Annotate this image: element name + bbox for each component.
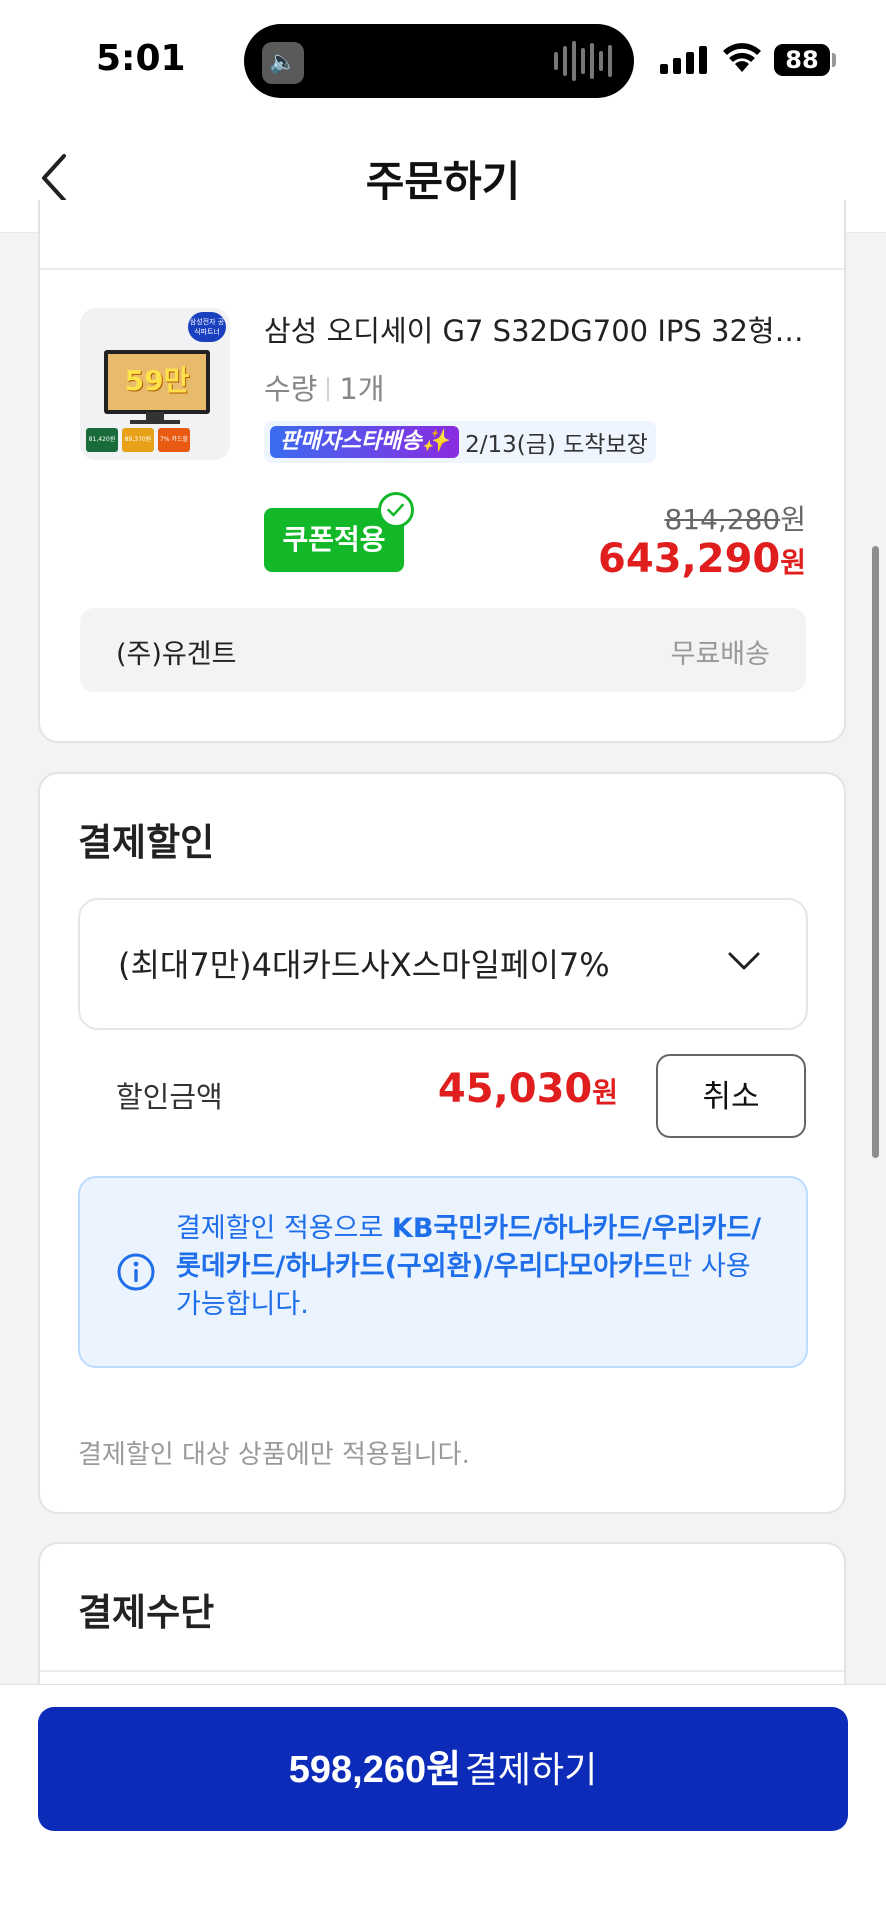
seller-row: (주)유겐트 무료배송: [80, 608, 806, 692]
official-partner-badge: 삼성전자 공식파트너: [188, 312, 226, 342]
quantity-value: 1개: [339, 372, 385, 406]
discount-amount-label: 할인금액: [116, 1080, 223, 1114]
checkout-bar: 598,260원 결제하기: [0, 1684, 886, 1921]
order-product-card: 삼성전자 공식파트너 59만 81,420원 즉시할인 89,370원 쿠폰할인…: [38, 200, 846, 743]
chevron-down-icon: [728, 952, 760, 970]
status-time: 5:01: [96, 38, 186, 79]
quantity-label: 수량: [264, 372, 318, 406]
payment-discount-card: 결제할인 (최대7만)4대카드사X스마일페이7% 할인금액 45,030원 취소…: [38, 772, 846, 1514]
product-thumbnail[interactable]: 삼성전자 공식파트너 59만 81,420원 즉시할인 89,370원 쿠폰할인…: [80, 308, 230, 460]
cellular-signal-icon: [660, 44, 707, 74]
info-prefix: 결제할인 적용으로: [176, 1213, 392, 1244]
battery-tip: [832, 53, 836, 67]
shipping-fee: 무료배송: [670, 639, 770, 670]
checkout-amount: 598,260원: [288, 1749, 462, 1791]
monitor-image: 59만: [104, 350, 210, 414]
final-price-value: 643,290: [598, 536, 781, 582]
speaker-icon: 🔈: [262, 42, 304, 84]
scrollbar[interactable]: [872, 546, 879, 1158]
divider: [40, 1670, 844, 1672]
checkout-label: 결제하기: [464, 1749, 598, 1790]
wifi-icon: [723, 43, 761, 72]
original-price-value: 814,280: [664, 503, 781, 536]
checkout-button[interactable]: 598,260원 결제하기: [38, 1707, 848, 1831]
divider: [327, 377, 330, 401]
monitor-base: [130, 420, 180, 424]
delivery-guarantee: 판매자스타배송✨ 2/13(금) 도착보장: [264, 421, 656, 463]
cancel-discount-button[interactable]: 취소: [656, 1054, 806, 1138]
promo-chip: 89,370원 쿠폰할인: [122, 428, 154, 452]
discount-note: 결제할인 대상 상품에만 적용됩니다.: [78, 1440, 470, 1470]
battery-icon: 88: [774, 44, 830, 76]
product-name[interactable]: 삼성 오디세이 G7 S32DG700 IPS 32형…: [264, 308, 814, 350]
promo-chip: 81,420원 즉시할인: [86, 428, 118, 452]
promo-chip: 7% 카드할인: [158, 428, 190, 452]
check-icon: [378, 492, 414, 528]
seller-name: (주)유겐트: [116, 639, 237, 670]
quantity: 수량 1개: [264, 366, 385, 408]
dynamic-island: 🔈: [244, 24, 634, 98]
discount-amount-value: 45,030: [437, 1066, 593, 1112]
delivery-date: 2/13(금) 도착보장: [465, 432, 648, 458]
section-title: 결제할인: [78, 821, 215, 864]
section-title: 결제수단: [78, 1591, 215, 1634]
currency-unit: 원: [592, 1076, 618, 1109]
status-bar: 5:01 🔈 88: [0, 0, 886, 120]
discount-select[interactable]: (최대7만)4대카드사X스마일페이7%: [78, 898, 808, 1030]
promo-chips: 81,420원 즉시할인 89,370원 쿠폰할인 7% 카드할인: [86, 428, 190, 452]
info-icon: [117, 1253, 155, 1291]
audio-wave-icon: [554, 40, 612, 82]
discount-info-text: 결제할인 적용으로 KB국민카드/하나카드/우리카드/롯데카드/하나카드(구외환…: [176, 1210, 782, 1324]
original-price: 814,280원: [664, 498, 806, 538]
divider: [40, 268, 844, 270]
final-price: 643,290원: [598, 536, 806, 582]
currency-unit: 원: [780, 503, 806, 536]
discount-amount: 45,030원: [438, 1066, 618, 1112]
seller-star-delivery-badge: 판매자스타배송✨: [270, 426, 460, 458]
discount-info-box: 결제할인 적용으로 KB국민카드/하나카드/우리카드/롯데카드/하나카드(구외환…: [78, 1176, 808, 1368]
currency-unit: 원: [780, 546, 806, 579]
selected-discount: (최대7만)4대카드사X스마일페이7%: [118, 946, 610, 984]
